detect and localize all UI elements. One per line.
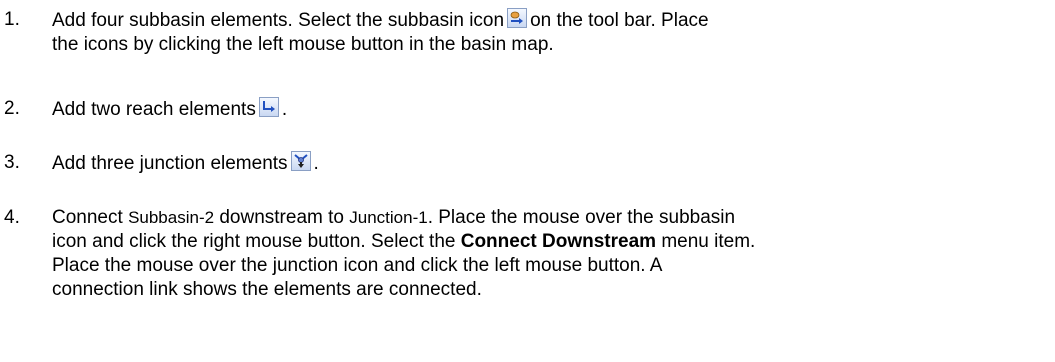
- step-text-part: .: [313, 153, 319, 174]
- step-text-part: Connect: [52, 207, 123, 228]
- step-text-part: downstream to: [219, 207, 344, 228]
- step-text-part: on the tool bar. Place: [530, 10, 709, 31]
- subbasin-icon: [507, 8, 528, 28]
- step-text: Add three junction elements .: [52, 151, 1042, 176]
- step-text: Add two reach elements .: [52, 97, 1042, 122]
- step-text-part: . Place the mouse over the subbasin: [427, 207, 736, 228]
- reach-icon: [258, 97, 279, 117]
- step-text: Connect Subbasin-2 downstream to Junctio…: [52, 206, 1042, 302]
- junction-icon: [290, 151, 311, 171]
- step-text-part: menu item.: [661, 231, 756, 252]
- subbasin-name: Subbasin-2: [128, 208, 215, 227]
- step-text-line: connection link shows the elements are c…: [52, 279, 482, 300]
- junction-name: Junction-1: [349, 208, 428, 227]
- step-text-part: Add four subbasin elements. Select the s…: [52, 10, 505, 31]
- step-number: 1.: [4, 9, 20, 30]
- step-number: 4.: [4, 207, 20, 228]
- step-number: 2.: [4, 98, 20, 119]
- step-text-part: Add three junction elements: [52, 153, 288, 174]
- step-text-part: Add two reach elements: [52, 99, 256, 120]
- step-text-part: icon and click the right mouse button. S…: [52, 231, 456, 252]
- step-number: 3.: [4, 152, 20, 173]
- step-text-line: the icons by clicking the left mouse but…: [52, 34, 554, 55]
- step-text: Add four subbasin elements. Select the s…: [52, 8, 1042, 57]
- step-text-line: Place the mouse over the junction icon a…: [52, 255, 663, 276]
- step-text-part: .: [281, 99, 288, 120]
- menu-item-name: Connect Downstream: [460, 231, 657, 252]
- instruction-document: 1. Add four subbasin elements. Select th…: [0, 0, 1055, 362]
